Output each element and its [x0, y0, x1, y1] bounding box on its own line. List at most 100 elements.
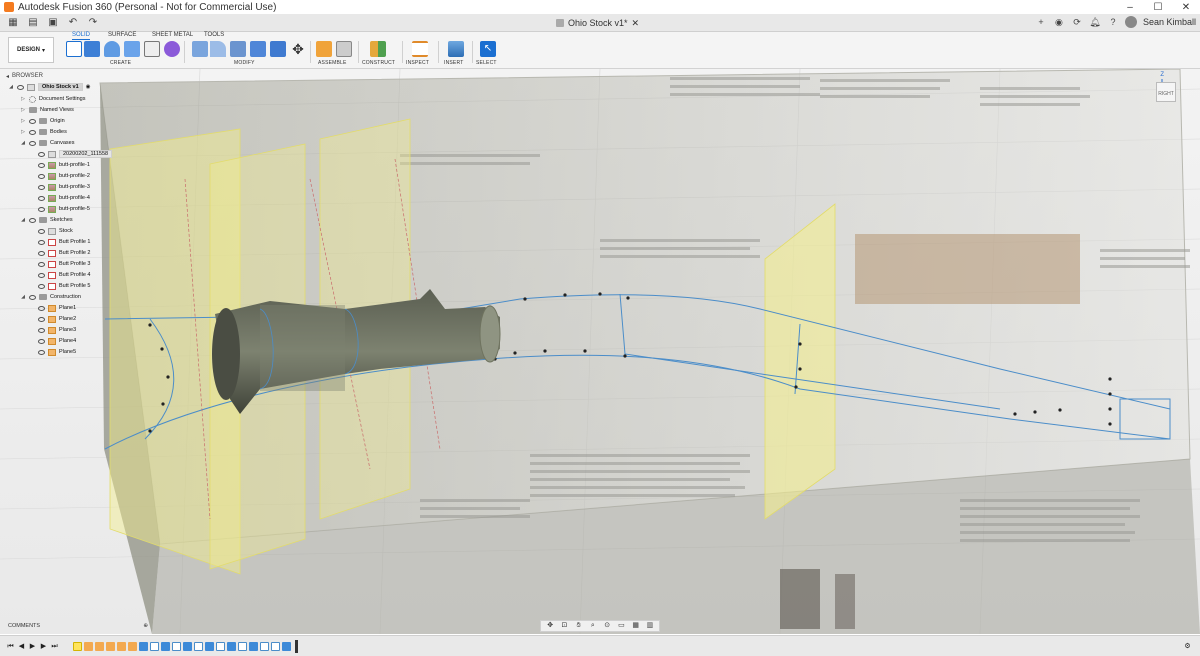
orbit-icon[interactable]: ✥	[546, 622, 555, 630]
browser-item-sketch[interactable]: Butt Profile 4	[38, 270, 91, 280]
measure-icon[interactable]	[412, 41, 428, 57]
close-tab-icon[interactable]: ✕	[632, 18, 640, 29]
visibility-eye-icon[interactable]	[29, 294, 36, 300]
data-panel-icon[interactable]: ▦	[6, 17, 20, 29]
browser-header[interactable]: ◂ BROWSER	[6, 71, 146, 81]
visibility-eye-icon[interactable]	[38, 283, 45, 289]
activate-radio-icon[interactable]: ◉	[86, 84, 91, 90]
play-icon[interactable]: ▶	[28, 642, 37, 651]
timeline-feature[interactable]	[238, 641, 247, 651]
step-back-icon[interactable]: ◀	[17, 642, 26, 651]
visibility-eye-icon[interactable]	[38, 327, 45, 333]
expand-arrow-icon[interactable]: ▷	[20, 129, 26, 135]
create-sketch-icon[interactable]	[66, 41, 82, 57]
browser-item-document-settings[interactable]: ▷ Document Settings	[20, 94, 85, 104]
viewcube[interactable]: RIGHT	[1156, 82, 1176, 102]
visibility-eye-icon[interactable]	[38, 239, 45, 245]
timeline-feature[interactable]	[84, 641, 93, 651]
tab-surface[interactable]: SURFACE	[108, 32, 136, 38]
timeline-feature[interactable]	[117, 641, 126, 651]
step-forward-icon[interactable]: ▶	[39, 642, 48, 651]
visibility-eye-icon[interactable]	[38, 162, 45, 168]
expand-arrow-icon[interactable]: ▷	[20, 96, 26, 102]
visibility-eye-icon[interactable]	[29, 118, 36, 124]
timeline-feature[interactable]	[172, 641, 181, 651]
job-status-icon[interactable]: ⟳	[1071, 16, 1083, 28]
3d-viewport[interactable]	[0, 69, 1200, 634]
offset-plane-icon[interactable]	[370, 41, 386, 57]
browser-item-named-views[interactable]: ▷ Named Views	[20, 105, 74, 115]
maximize-button[interactable]: ☐	[1144, 2, 1172, 13]
timeline-marker[interactable]	[295, 639, 298, 653]
visibility-eye-icon[interactable]	[38, 349, 45, 355]
hole-icon[interactable]	[124, 41, 140, 57]
collapse-arrow-icon[interactable]: ◢	[20, 294, 26, 300]
display-settings-icon[interactable]: ▭	[617, 622, 626, 630]
file-menu-icon[interactable]: ▤	[26, 17, 40, 29]
timeline-feature[interactable]	[194, 641, 203, 651]
visibility-eye-icon[interactable]	[38, 228, 45, 234]
create-form-icon[interactable]	[164, 41, 180, 57]
inspect-menu[interactable]: INSPECT	[406, 60, 429, 66]
joint-icon[interactable]	[336, 41, 352, 57]
browser-item-plane[interactable]: Plane3	[38, 325, 76, 335]
revolve-icon[interactable]	[104, 41, 120, 57]
assemble-menu[interactable]: ASSEMBLE	[318, 60, 347, 66]
timeline-feature[interactable]	[139, 641, 148, 651]
collapse-arrow-icon[interactable]: ◢	[20, 140, 26, 146]
comments-panel[interactable]: COMMENTS ⊕	[8, 621, 148, 631]
tab-sheet-metal[interactable]: SHEET METAL	[152, 32, 193, 38]
look-at-icon[interactable]: ⊡	[560, 622, 569, 630]
collapse-arrow-icon[interactable]: ◢	[8, 84, 14, 90]
close-button[interactable]: ✕	[1172, 2, 1200, 13]
expand-arrow-icon[interactable]: ▷	[20, 107, 26, 113]
timeline-feature[interactable]	[216, 641, 225, 651]
go-to-start-icon[interactable]: ⏮	[6, 642, 15, 651]
save-icon[interactable]: ▣	[46, 17, 60, 29]
visibility-eye-icon[interactable]	[17, 84, 24, 90]
timeline-feature[interactable]	[161, 641, 170, 651]
browser-item-sketch[interactable]: Stock	[38, 226, 73, 236]
chamfer-icon[interactable]	[230, 41, 246, 57]
browser-item-plane[interactable]: Plane4	[38, 336, 76, 346]
browser-item-sketch[interactable]: Butt Profile 1	[38, 237, 91, 247]
timeline-feature[interactable]	[271, 641, 280, 651]
viewports-icon[interactable]: ▥	[645, 622, 654, 630]
user-name[interactable]: Sean Kimball	[1143, 17, 1196, 27]
construct-menu[interactable]: CONSTRUCT	[362, 60, 395, 66]
timeline-feature[interactable]	[106, 641, 115, 651]
timeline-feature[interactable]	[73, 641, 82, 651]
visibility-eye-icon[interactable]	[38, 261, 45, 267]
timeline-settings-icon[interactable]: ⚙	[1183, 642, 1192, 651]
visibility-eye-icon[interactable]	[38, 184, 45, 190]
browser-item-sketch[interactable]: Butt Profile 2	[38, 248, 91, 258]
browser-item-bodies[interactable]: ▷ Bodies	[20, 127, 67, 137]
browser-item-origin[interactable]: ▷ Origin	[20, 116, 65, 126]
visibility-eye-icon[interactable]	[38, 195, 45, 201]
browser-root-item[interactable]: ◢ Ohio Stock v1 ◉	[8, 82, 91, 92]
browser-item-canvases[interactable]: ◢ Canvases	[20, 138, 74, 148]
tab-tools[interactable]: TOOLS	[204, 32, 224, 38]
grid-settings-icon[interactable]: ▦	[631, 622, 640, 630]
timeline-feature[interactable]	[183, 641, 192, 651]
minimize-button[interactable]: –	[1116, 2, 1144, 13]
visibility-eye-icon[interactable]	[29, 140, 36, 146]
avatar[interactable]	[1124, 16, 1137, 28]
timeline-feature[interactable]	[249, 641, 258, 651]
press-pull-icon[interactable]	[192, 41, 208, 57]
visibility-eye-icon[interactable]	[38, 316, 45, 322]
modify-menu[interactable]: MODIFY	[234, 60, 255, 66]
visibility-eye-icon[interactable]	[38, 338, 45, 344]
timeline-feature[interactable]	[260, 641, 269, 651]
timeline-feature[interactable]	[128, 641, 137, 651]
visibility-eye-icon[interactable]	[29, 129, 36, 135]
combine-icon[interactable]	[270, 41, 286, 57]
visibility-eye-icon[interactable]	[38, 151, 45, 157]
undo-icon[interactable]: ↶	[66, 17, 80, 29]
shell-icon[interactable]	[250, 41, 266, 57]
browser-item-canvas[interactable]: butt-profile-4	[38, 193, 90, 203]
fillet-icon[interactable]	[210, 41, 226, 57]
new-component-icon[interactable]	[316, 41, 332, 57]
browser-item-canvas-photo[interactable]: 20200202_111558	[38, 149, 113, 159]
browser-item-plane[interactable]: Plane5	[38, 347, 76, 357]
